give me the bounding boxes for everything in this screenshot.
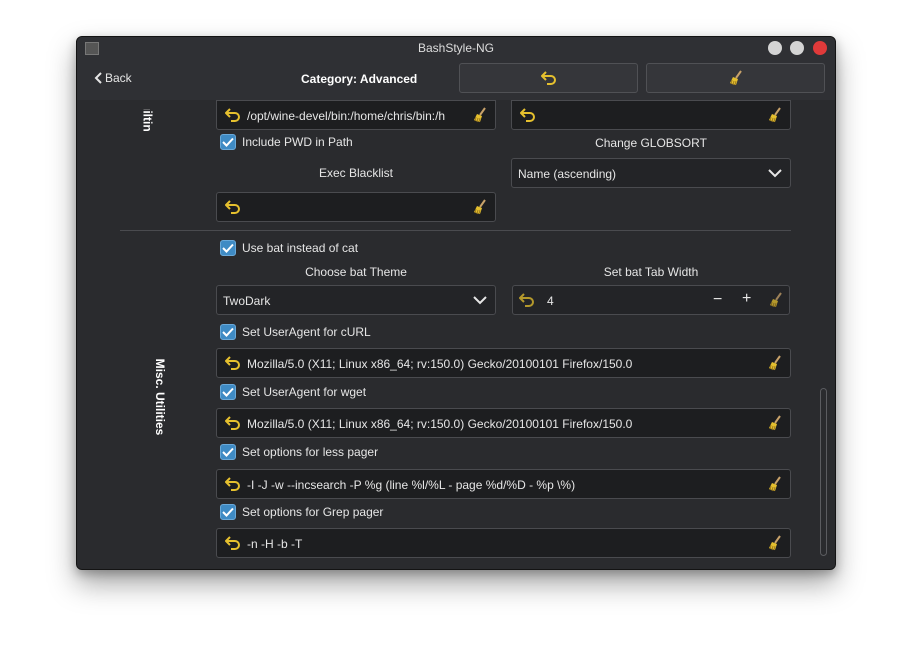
broom-icon <box>729 70 742 86</box>
minimize-button[interactable] <box>768 41 782 55</box>
section-divider <box>120 230 791 231</box>
checkbox-box[interactable] <box>220 134 236 150</box>
wget-useragent-entry[interactable]: Mozilla/5.0 (X11; Linux x86_64; rv:150.0… <box>216 408 791 438</box>
broom-icon[interactable] <box>769 292 783 308</box>
less-pager-checkbox[interactable]: Set options for less pager <box>220 444 378 460</box>
checkbox-box[interactable] <box>220 444 236 460</box>
section-label-builtin: Builtin <box>140 100 155 132</box>
undo-icon[interactable] <box>519 293 535 307</box>
less-pager-entry[interactable]: -I -J -w --incsearch -P %g (line %l/%L -… <box>216 469 791 499</box>
back-label: Back <box>105 71 132 85</box>
checkmark-icon <box>222 387 234 397</box>
curl-useragent-entry[interactable]: Mozilla/5.0 (X11; Linux x86_64; rv:150.0… <box>216 348 791 378</box>
category-title: Category: Advanced <box>301 72 418 86</box>
use-bat-checkbox[interactable]: Use bat instead of cat <box>220 240 358 256</box>
checkmark-icon <box>222 243 234 253</box>
globsort-value: Name (ascending) <box>518 167 617 181</box>
curl-useragent-label: Set UserAgent for cURL <box>242 325 371 339</box>
globsort-label: Change GLOBSORT <box>595 136 707 150</box>
include-pwd-checkbox[interactable]: Include PWD in Path <box>220 134 353 150</box>
path-entry[interactable]: /opt/wine-devel/bin:/home/chris/bin:/h <box>216 100 496 130</box>
path-value: /opt/wine-devel/bin:/home/chris/bin:/h <box>247 109 446 123</box>
undo-icon[interactable] <box>225 477 241 491</box>
maximize-button[interactable] <box>790 41 804 55</box>
undo-icon[interactable] <box>225 356 241 370</box>
broom-icon[interactable] <box>768 415 782 431</box>
grep-pager-label: Set options for Grep pager <box>242 505 384 519</box>
broom-icon[interactable] <box>768 535 782 551</box>
globsort-select[interactable]: Name (ascending) <box>511 158 791 188</box>
bat-theme-select[interactable]: TwoDark <box>216 285 496 315</box>
chevron-down-icon <box>473 296 487 305</box>
increment-button[interactable]: + <box>742 290 751 308</box>
undo-icon[interactable] <box>520 108 536 122</box>
grep-pager-value: -n -H -b -T <box>247 537 303 551</box>
broom-icon[interactable] <box>768 107 782 123</box>
undo-icon <box>540 71 556 85</box>
exec-blacklist-entry[interactable] <box>216 192 496 222</box>
grep-pager-entry[interactable]: -n -H -b -T <box>216 528 791 558</box>
bat-theme-label: Choose bat Theme <box>305 265 407 279</box>
grep-pager-checkbox[interactable]: Set options for Grep pager <box>220 504 383 520</box>
exec-blacklist-label: Exec Blacklist <box>318 166 394 180</box>
checkbox-box[interactable] <box>220 324 236 340</box>
checkbox-box[interactable] <box>220 384 236 400</box>
curl-useragent-value: Mozilla/5.0 (X11; Linux x86_64; rv:150.0… <box>247 357 633 371</box>
settings-content: Builtin /opt/wine-devel/bin:/home/chris/… <box>77 100 835 569</box>
window-title: BashStyle-NG <box>417 41 495 55</box>
include-pwd-label: Include PWD in Path <box>242 135 353 149</box>
bat-tab-width-value[interactable]: 4 <box>547 294 554 308</box>
bat-theme-value: TwoDark <box>223 294 271 308</box>
broom-icon[interactable] <box>473 107 487 123</box>
wget-useragent-checkbox[interactable]: Set UserAgent for wget <box>220 384 366 400</box>
close-button[interactable] <box>813 41 827 55</box>
chevron-down-icon <box>768 169 782 178</box>
undo-icon[interactable] <box>225 200 241 214</box>
curl-useragent-checkbox[interactable]: Set UserAgent for cURL <box>220 324 371 340</box>
vertical-scrollbar[interactable] <box>820 388 827 556</box>
checkmark-icon <box>222 137 234 147</box>
undo-icon[interactable] <box>225 416 241 430</box>
checkmark-icon <box>222 447 234 457</box>
broom-icon[interactable] <box>768 355 782 371</box>
app-window: BashStyle-NG Back Category: Advanced Bui… <box>76 36 836 570</box>
less-pager-value: -I -J -w --incsearch -P %g (line %l/%L -… <box>247 478 576 492</box>
cdpath-entry[interactable] <box>511 100 791 130</box>
broom-icon[interactable] <box>473 199 487 215</box>
undo-all-button[interactable] <box>459 63 638 93</box>
wget-useragent-value: Mozilla/5.0 (X11; Linux x86_64; rv:150.0… <box>247 417 633 431</box>
header-bar: Back Category: Advanced <box>77 59 835 100</box>
bat-tab-width-spinner[interactable]: 4 − + <box>512 285 790 315</box>
checkmark-icon <box>222 507 234 517</box>
clear-all-button[interactable] <box>646 63 825 93</box>
use-bat-label: Use bat instead of cat <box>242 241 359 255</box>
checkmark-icon <box>222 327 234 337</box>
section-label-misc-utilities: Misc. Utilities <box>153 358 167 436</box>
back-button[interactable]: Back <box>93 71 132 85</box>
title-bar: BashStyle-NG <box>77 37 835 59</box>
less-pager-label: Set options for less pager <box>242 445 379 459</box>
checkbox-box[interactable] <box>220 504 236 520</box>
undo-icon[interactable] <box>225 108 241 122</box>
chevron-left-icon <box>94 72 102 84</box>
checkbox-box[interactable] <box>220 240 236 256</box>
decrement-button[interactable]: − <box>713 291 722 309</box>
undo-icon[interactable] <box>225 536 241 550</box>
broom-icon[interactable] <box>768 476 782 492</box>
bat-tab-width-label: Set bat Tab Width <box>603 265 699 279</box>
wget-useragent-label: Set UserAgent for wget <box>242 385 367 399</box>
